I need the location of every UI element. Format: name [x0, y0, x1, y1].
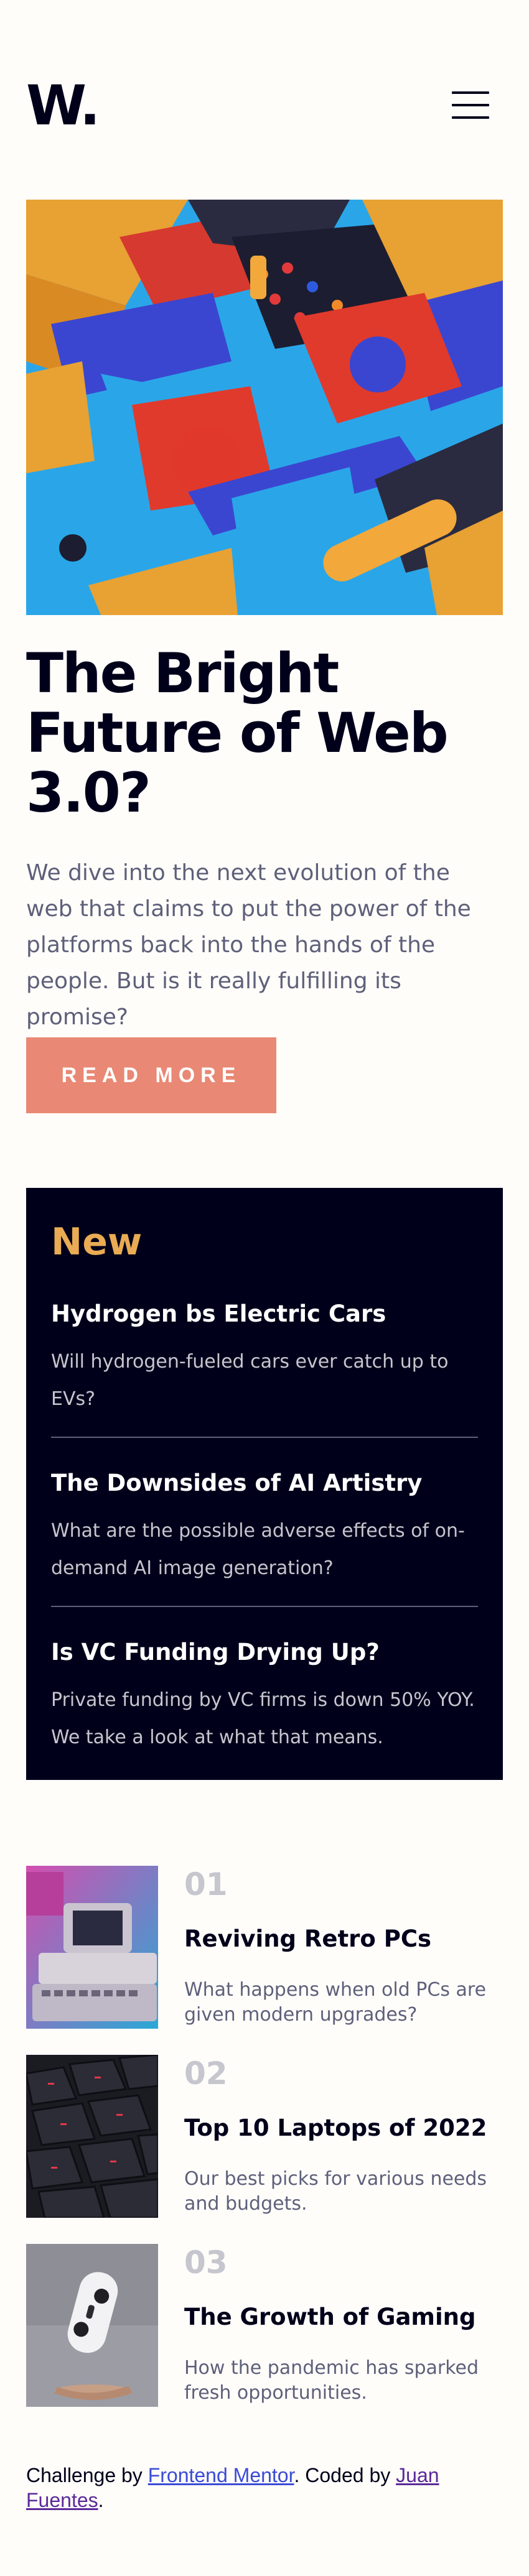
retro-pc-thumbnail [26, 1866, 158, 2029]
attribution-footer: Challenge by Frontend Mentor. Coded by J… [26, 2463, 503, 2513]
footer-prefix: Challenge by [26, 2464, 148, 2486]
new-item: Hydrogen bs Electric Cars Will hydrogen-… [51, 1299, 478, 1418]
new-item-description: Will hydrogen-fueled cars ever catch up … [51, 1351, 449, 1410]
game-controller-thumbnail [26, 2244, 158, 2407]
new-item-title[interactable]: Is VC Funding Drying Up? [51, 1637, 478, 1668]
footer-suffix: . [98, 2489, 104, 2511]
read-more-button[interactable]: READ MORE [26, 1037, 276, 1113]
article-title[interactable]: Top 10 Laptops of 2022 [184, 2113, 487, 2144]
new-item: The Downsides of AI Artistry What are th… [51, 1468, 478, 1587]
divider [51, 1437, 478, 1438]
article-title[interactable]: Reviving Retro PCs [184, 1924, 431, 1955]
site-header: W. [26, 78, 503, 134]
hamburger-menu-icon[interactable] [452, 91, 489, 119]
new-item-description: What are the possible adverse effects of… [51, 1520, 465, 1579]
article-card: 03 The Growth of Gaming How the pandemic… [26, 2244, 503, 2407]
article-title[interactable]: The Growth of Gaming [184, 2302, 475, 2333]
article-number: 02 [184, 2055, 228, 2092]
footer-middle: . Coded by [294, 2464, 396, 2486]
article-description: Our best picks for various needs and bud… [184, 2168, 487, 2215]
hero-image [26, 200, 503, 615]
divider [51, 1606, 478, 1607]
article-card: 02 Top 10 Laptops of 2022 Our best picks… [26, 2055, 503, 2218]
new-item-title[interactable]: Hydrogen bs Electric Cars [51, 1299, 478, 1330]
laptop-keyboard-thumbnail [26, 2055, 158, 2218]
hero-title: The Bright Future of Web 3.0? [26, 641, 449, 825]
article-number: 01 [184, 1866, 228, 1902]
article-description: How the pandemic has sparked fresh oppor… [184, 2357, 479, 2404]
new-item: Is VC Funding Drying Up? Private funding… [51, 1637, 478, 1756]
new-item-title[interactable]: The Downsides of AI Artistry [51, 1468, 478, 1499]
article-description: What happens when old PCs are given mode… [184, 1979, 487, 2026]
hero-description: We dive into the next evolution of the w… [26, 860, 471, 1030]
article-number: 03 [184, 2245, 228, 2281]
new-section-title: New [51, 1220, 143, 1264]
site-logo[interactable]: W. [26, 78, 100, 134]
new-section: New Hydrogen bs Electric Cars Will hydro… [26, 1188, 503, 1780]
article-card: 01 Reviving Retro PCs What happens when … [26, 1866, 503, 2029]
frontend-mentor-link[interactable]: Frontend Mentor [148, 2464, 294, 2486]
new-item-description: Private funding by VC firms is down 50% … [51, 1689, 475, 1748]
